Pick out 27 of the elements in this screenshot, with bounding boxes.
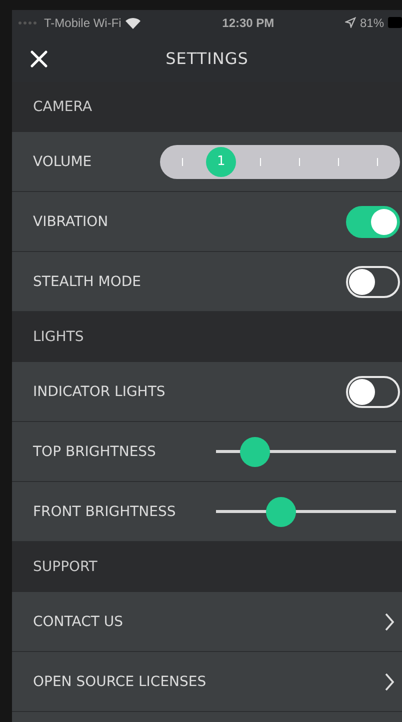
- location-arrow-icon: [344, 17, 356, 28]
- settings-row[interactable]: CONTACT US: [12, 592, 402, 652]
- row-label: VIBRATION: [33, 214, 108, 230]
- battery-icon: [388, 17, 402, 28]
- battery-percent: 81%: [360, 16, 384, 30]
- slider-thumb[interactable]: [240, 436, 270, 466]
- row-label: TOP BRIGHTNESS: [33, 444, 156, 460]
- row-label: STEALTH MODE: [33, 274, 141, 290]
- section-header: LIGHTS: [12, 312, 402, 362]
- close-icon: [30, 50, 48, 68]
- slider-thumb[interactable]: [266, 496, 296, 526]
- close-button[interactable]: [30, 50, 48, 68]
- chevron-right-icon: [384, 612, 394, 630]
- wifi-icon: [125, 16, 142, 28]
- row-label: FRONT BRIGHTNESS: [33, 504, 176, 520]
- section-header: CAMERA: [12, 82, 402, 132]
- screen-title: SETTINGS: [166, 49, 248, 68]
- clock-time: 12:30 PM: [222, 16, 274, 30]
- row-label: OPEN SOURCE LICENSES: [33, 674, 206, 690]
- section-header: SUPPORT: [12, 542, 402, 592]
- carrier-name: T-Mobile Wi-Fi: [44, 16, 122, 30]
- row-label: VOLUME: [33, 154, 92, 170]
- row-label: CONTACT US: [33, 614, 123, 630]
- settings-row[interactable]: OPEN SOURCE LICENSES: [12, 652, 402, 712]
- toggle-switch[interactable]: [346, 206, 400, 238]
- row-label: INDICATOR LIGHTS: [33, 384, 166, 400]
- chevron-right-icon: [384, 672, 394, 690]
